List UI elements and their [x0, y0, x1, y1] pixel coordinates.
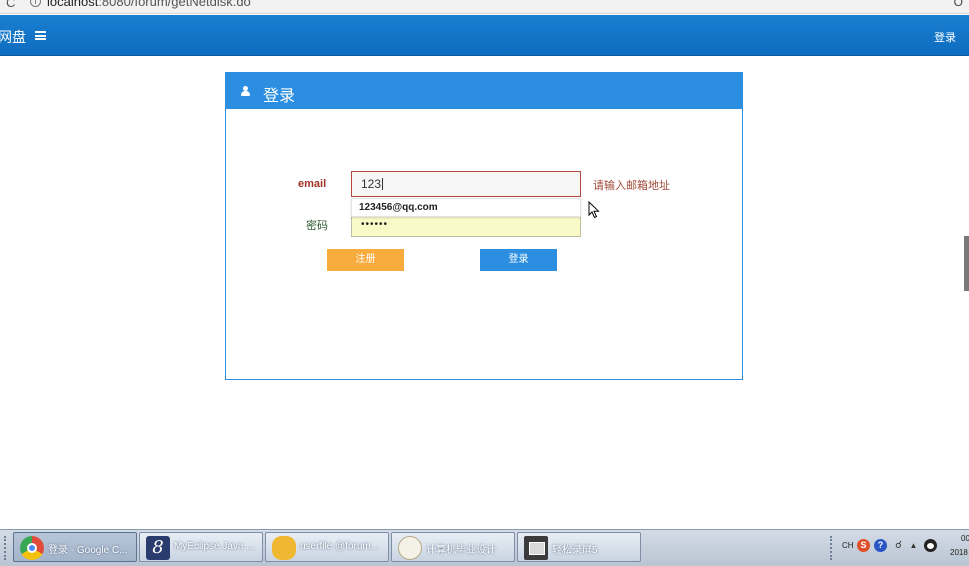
user-folder-icon: [272, 536, 296, 560]
nav-login-link[interactable]: 登录: [934, 29, 956, 45]
url-host: localhost: [47, 0, 99, 9]
browser-address-bar: C i localhost:8080/forum/getNetdisk.do O: [0, 0, 969, 14]
input-method-indicator[interactable]: CH: [842, 541, 854, 550]
task-screen-recorder[interactable]: 轻松录屏5: [517, 532, 641, 562]
task-label: 轻松录屏5: [552, 545, 598, 556]
password-label: 密码: [306, 220, 328, 232]
user-icon: [241, 86, 250, 96]
mouse-cursor-icon: [588, 201, 600, 219]
chrome-icon: [20, 536, 44, 560]
reload-icon[interactable]: C: [6, 0, 15, 10]
login-panel-header: 登录: [226, 73, 742, 109]
task-myeclipse[interactable]: 8 MyEclipse Java ...: [139, 532, 263, 562]
task-userfile[interactable]: userfile @forum...: [265, 532, 389, 562]
url-path: :8080/forum/getNetdisk.do: [98, 0, 251, 9]
login-button[interactable]: 登录: [480, 249, 557, 271]
url-field[interactable]: localhost:8080/forum/getNetdisk.do: [47, 0, 251, 9]
task-label: 登录 - Google C...: [48, 545, 128, 556]
sogou-icon[interactable]: S: [857, 539, 870, 552]
myeclipse-icon: 8: [146, 536, 170, 560]
screen-recorder-icon: [524, 536, 548, 560]
task-graduation-design[interactable]: 计算机毕业设计: [391, 532, 515, 562]
scrollbar-thumb[interactable]: [964, 236, 969, 291]
text-caret: [382, 178, 384, 190]
show-hidden-icons-icon[interactable]: ▲: [907, 539, 920, 552]
qq-icon[interactable]: [924, 539, 937, 552]
login-panel: 登录 email 123 请输入邮箱地址 123456@qq.com 密码 ••…: [225, 72, 743, 380]
tray-grip: [830, 536, 834, 560]
task-label: MyEclipse Java ...: [174, 541, 255, 552]
settings-icon[interactable]: ☌: [892, 539, 905, 552]
email-autocomplete-suggestion[interactable]: 123456@qq.com: [351, 198, 581, 217]
calligraphy-icon: [398, 536, 422, 560]
system-tray: CH S ? ☌ ▲ 00 2018: [826, 530, 969, 566]
task-chrome[interactable]: 登录 - Google C...: [13, 532, 137, 562]
email-field[interactable]: 123: [351, 171, 581, 197]
email-field-value: 123: [361, 177, 382, 191]
help-icon[interactable]: ?: [874, 539, 887, 552]
site-info-icon[interactable]: i: [30, 0, 41, 7]
top-navbar: 网盘 登录: [0, 15, 969, 56]
extension-icon[interactable]: O: [954, 0, 963, 9]
clock-time[interactable]: 00: [961, 534, 969, 543]
taskbar: 登录 - Google C... 8 MyEclipse Java ... us…: [0, 529, 969, 566]
task-label: userfile @forum...: [300, 541, 380, 552]
clock-date[interactable]: 2018: [950, 548, 968, 557]
taskbar-grip[interactable]: [4, 536, 8, 560]
brand-title[interactable]: 网盘: [0, 27, 26, 47]
register-button[interactable]: 注册: [327, 249, 404, 271]
task-label: 计算机毕业设计: [426, 545, 496, 556]
email-hint: 请输入邮箱地址: [593, 180, 670, 192]
email-label: email: [298, 178, 327, 190]
hamburger-icon[interactable]: [35, 31, 46, 40]
login-panel-title: 登录: [263, 88, 296, 105]
